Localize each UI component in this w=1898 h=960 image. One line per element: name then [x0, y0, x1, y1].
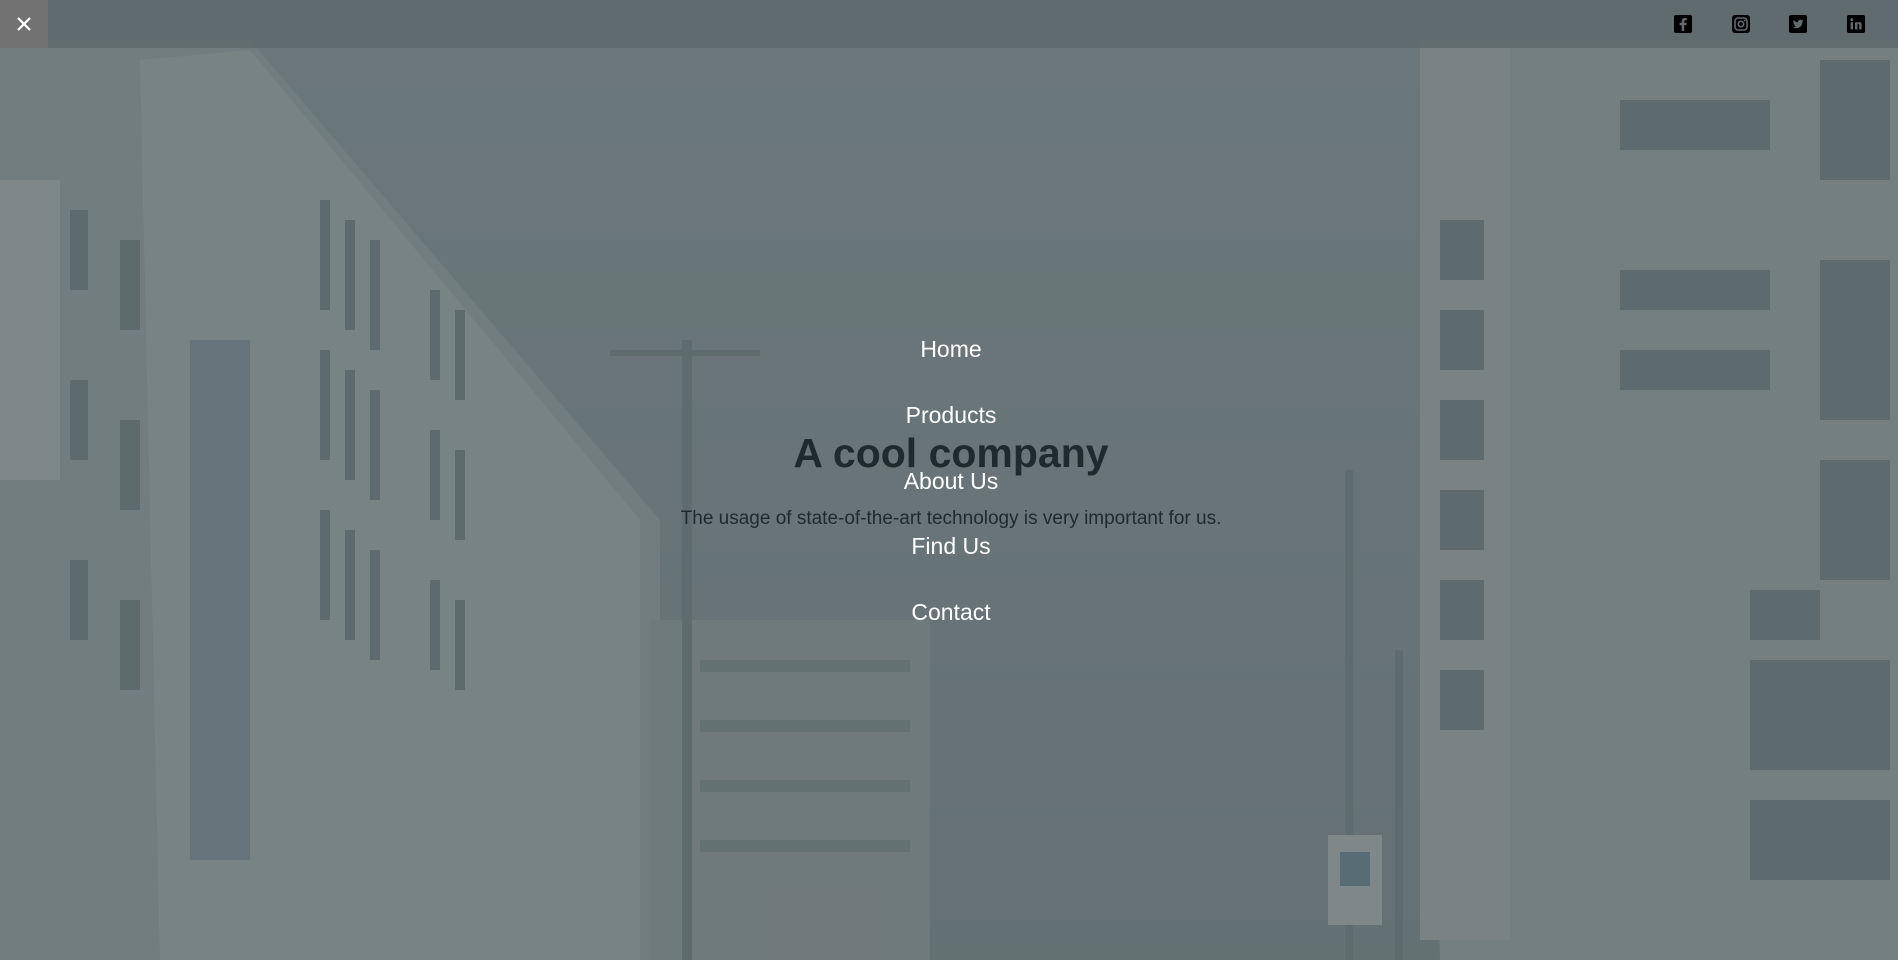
menu-item-products[interactable]: Products: [0, 400, 1898, 430]
menu-item-contact[interactable]: Contact: [0, 597, 1898, 627]
page: A cool company The usage of state-of-the…: [0, 0, 1898, 960]
menu-item-about-us[interactable]: About Us: [0, 466, 1898, 496]
overlay-menu: Home Products About Us Find Us Contact: [0, 0, 1898, 960]
menu-item-home[interactable]: Home: [0, 334, 1898, 364]
menu-item-find-us[interactable]: Find Us: [0, 531, 1898, 561]
